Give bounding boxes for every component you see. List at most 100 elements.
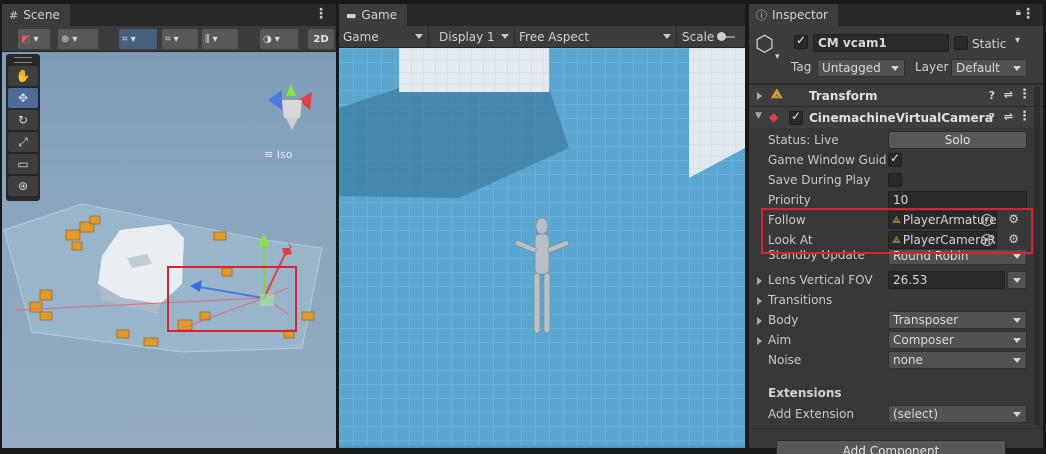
component-menu-icon[interactable]: ⋮ bbox=[1018, 87, 1031, 102]
add-extension-label: Add Extension bbox=[768, 407, 854, 421]
save-during-play-checkbox[interactable] bbox=[888, 173, 902, 187]
tag-dropdown[interactable]: Untagged bbox=[817, 59, 905, 77]
fov-preset-dropdown[interactable] bbox=[1007, 271, 1027, 289]
fold-arrow-icon[interactable] bbox=[757, 277, 762, 285]
chevron-down-icon bbox=[501, 34, 509, 39]
scale-tool-button[interactable]: ⤢ bbox=[8, 132, 38, 152]
hand-icon: ✋ bbox=[15, 69, 31, 83]
scene-viewport[interactable]: ✋ ✥ ↻ ⤢ ▭ ⊛ ≡ Iso bbox=[2, 52, 336, 448]
scale-control: Scale bbox=[678, 26, 745, 48]
transform-tool-button[interactable]: ⊛ bbox=[8, 176, 38, 196]
component-menu-icon[interactable]: ⋮ bbox=[1018, 109, 1031, 124]
move-tool-button[interactable]: ✥ bbox=[8, 88, 38, 108]
cinemachine-icon: ◆ bbox=[769, 110, 779, 124]
body-dropdown[interactable]: Transposer bbox=[888, 311, 1027, 329]
display-dropdown[interactable]: Display 1 bbox=[435, 26, 515, 48]
game-wall-left-grid bbox=[399, 48, 549, 92]
static-checkbox[interactable] bbox=[954, 36, 968, 50]
fold-arrow-icon[interactable] bbox=[757, 337, 762, 345]
globe-button[interactable]: ⊕ ▾ bbox=[58, 29, 98, 49]
chevron-down-icon bbox=[1013, 412, 1021, 417]
rect-tool-button[interactable]: ▭ bbox=[8, 154, 38, 174]
save-during-play-row: Save During Play bbox=[749, 170, 1043, 190]
aim-dropdown[interactable]: Composer bbox=[888, 331, 1027, 349]
chevron-down-icon[interactable]: ▾ bbox=[1015, 35, 1020, 46]
iso-icon: ≡ bbox=[264, 148, 274, 161]
preset-icon[interactable]: ⇌ bbox=[1004, 88, 1013, 101]
layer-dropdown[interactable]: Default bbox=[951, 59, 1027, 77]
chevron-down-icon bbox=[891, 66, 899, 71]
tab-game-label: Game bbox=[361, 8, 398, 22]
scene-panel: # Scene ⋮ ◩ ▾ ⊕ ▾ ⌗ ▾ ⌗ ▾ ⫼ ▾ ◑ ▾ 2D ✋ ✥… bbox=[2, 4, 336, 448]
gameobject-cube-icon: ⬡ bbox=[755, 32, 775, 57]
help-icon[interactable]: ? bbox=[989, 111, 995, 124]
shading-button[interactable]: ◑ ▾ bbox=[260, 29, 298, 49]
mode-2d-button[interactable]: 2D bbox=[308, 29, 334, 49]
scale-slider-thumb[interactable] bbox=[717, 32, 727, 41]
globe-icon: ⊕ bbox=[61, 33, 70, 45]
component-divider bbox=[749, 428, 1043, 429]
noise-dropdown[interactable]: none bbox=[888, 351, 1027, 369]
inspector-panel: ⓘ Inspector 🔒︎ ⋮ ⬡ ▾ CM vcam1 Static ▾ T… bbox=[749, 4, 1043, 454]
hand-tool-button[interactable]: ✋ bbox=[8, 66, 38, 86]
fov-field[interactable]: 26.53 bbox=[888, 271, 1005, 289]
transitions-row[interactable]: Transitions bbox=[749, 290, 1043, 310]
vcam-component-header[interactable]: ▼ ◆ CinemachineVirtualCamera ? ⇌ ⋮ bbox=[749, 106, 1043, 128]
fold-arrow-icon[interactable] bbox=[757, 317, 762, 325]
inspector-highlight-box bbox=[761, 208, 1033, 254]
object-name-field[interactable]: CM vcam1 bbox=[813, 34, 949, 52]
game-viewport[interactable] bbox=[339, 48, 745, 448]
transitions-label: Transitions bbox=[768, 293, 833, 307]
noise-label: Noise bbox=[768, 353, 802, 367]
aspect-dropdown[interactable]: Free Aspect bbox=[515, 26, 677, 48]
game-window-guides-checkbox[interactable] bbox=[888, 151, 902, 167]
object-active-checkbox[interactable] bbox=[794, 33, 808, 49]
noise-row: Noise none bbox=[749, 350, 1043, 370]
chevron-down-icon: ▾ bbox=[173, 33, 179, 45]
body-value: Transposer bbox=[893, 313, 959, 327]
transform-icon: ⊛ bbox=[17, 179, 29, 193]
scene-highlight-box bbox=[167, 266, 297, 332]
inspector-menu-icon[interactable]: ⋮ bbox=[1021, 6, 1035, 22]
game-view-mode-dropdown[interactable]: Game bbox=[339, 26, 429, 48]
add-extension-row: Add Extension (select) bbox=[749, 404, 1043, 424]
game-view-mode-value: Game bbox=[343, 30, 379, 44]
save-during-play-label: Save During Play bbox=[768, 173, 871, 187]
solo-button[interactable]: Solo bbox=[888, 131, 1027, 149]
scale-slider[interactable] bbox=[717, 32, 736, 41]
rotate-icon: ↻ bbox=[17, 113, 29, 127]
snap-increment-button[interactable]: ⌗ ▾ bbox=[162, 29, 198, 49]
fold-open-icon: ▼ bbox=[755, 111, 762, 121]
tool-palette-grip[interactable] bbox=[14, 57, 32, 63]
grid-snap-button[interactable]: ⌗ ▾ bbox=[119, 29, 157, 49]
tab-scene-label: Scene bbox=[23, 8, 60, 22]
tab-inspector[interactable]: ⓘ Inspector bbox=[749, 4, 838, 26]
priority-row: Priority 10 bbox=[749, 190, 1043, 210]
iso-label[interactable]: ≡ Iso bbox=[264, 148, 292, 161]
extensions-title: Extensions bbox=[768, 386, 842, 400]
add-component-button[interactable]: Add Component bbox=[776, 440, 1006, 454]
scene-menu-icon[interactable]: ⋮ bbox=[314, 6, 328, 22]
add-extension-dropdown[interactable]: (select) bbox=[888, 405, 1027, 423]
chevron-down-icon: ▾ bbox=[274, 33, 280, 45]
help-icon[interactable]: ? bbox=[989, 89, 995, 102]
priority-field[interactable]: 10 bbox=[888, 191, 1027, 209]
tab-inspector-label: Inspector bbox=[772, 8, 828, 22]
tab-scene[interactable]: # Scene bbox=[2, 4, 70, 26]
draw-mode-button[interactable]: ◩ ▾ bbox=[18, 29, 50, 49]
layer-value: Default bbox=[956, 61, 1000, 75]
tab-game[interactable]: ▬ Game bbox=[339, 4, 408, 26]
draw-mode-icon: ◩ bbox=[21, 33, 31, 45]
rotate-tool-button[interactable]: ↻ bbox=[8, 110, 38, 130]
move-icon: ✥ bbox=[17, 91, 29, 105]
vcam-enabled-checkbox[interactable] bbox=[789, 109, 803, 125]
transform-component-header[interactable]: ⟁ Transform ? ⇌ ⋮ bbox=[749, 84, 1043, 106]
aspect-value: Free Aspect bbox=[519, 30, 590, 44]
inspector-scrollbar[interactable] bbox=[1034, 86, 1040, 426]
gizmo-grid-button[interactable]: ⫼ ▾ bbox=[202, 29, 238, 49]
add-extension-value: (select) bbox=[893, 407, 939, 421]
status-row: Status: Live Solo bbox=[749, 130, 1043, 150]
preset-icon[interactable]: ⇌ bbox=[1004, 110, 1013, 123]
chevron-down-icon bbox=[1013, 338, 1021, 343]
aim-value: Composer bbox=[893, 333, 954, 347]
